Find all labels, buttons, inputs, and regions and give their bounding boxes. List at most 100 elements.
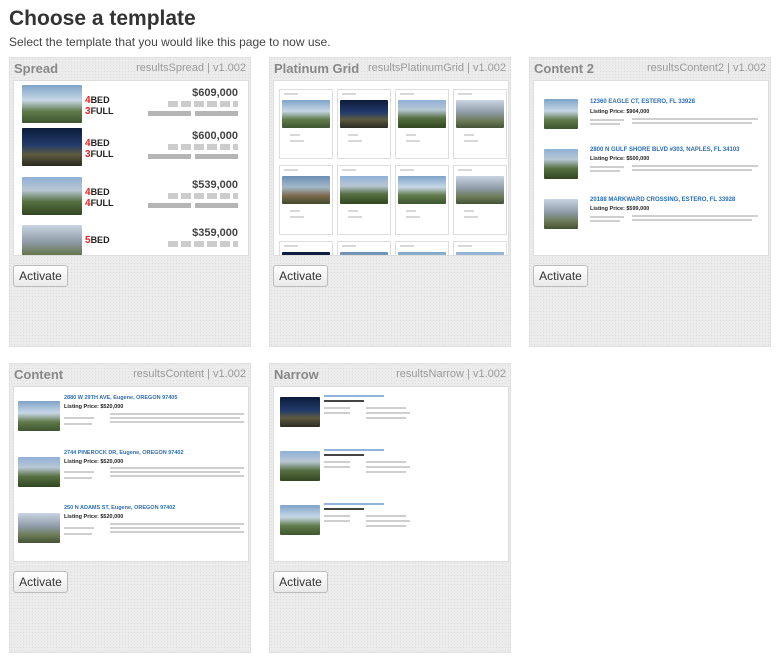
template-name: Platinum Grid [274, 61, 360, 76]
action-bars [148, 111, 238, 116]
house-photo [544, 99, 578, 129]
beds-baths: 4BED 3FULL [85, 95, 114, 117]
template-card-content-2: Content 2 resultsContent2 | v1.002 12360… [529, 57, 771, 347]
house-photo [280, 397, 320, 427]
house-photo [456, 100, 504, 128]
template-card-narrow: Narrow resultsNarrow | v1.002 Activate [269, 363, 511, 653]
listing-address: 250 N ADAMS ST, Eugene, OREGON 97402 [64, 505, 176, 511]
grid-tile [453, 165, 507, 235]
house-photo [340, 252, 388, 255]
listing-price: $359,000 [192, 227, 238, 239]
house-photo [544, 199, 578, 229]
grid-tile [395, 165, 449, 235]
template-preview[interactable] [273, 80, 509, 256]
template-preview[interactable] [273, 386, 509, 562]
listing-price: $539,000 [192, 179, 238, 191]
listing-price: $609,000 [192, 87, 238, 99]
action-bars [148, 203, 238, 208]
card-header: Content 2 resultsContent2 | v1.002 [530, 58, 770, 80]
page-subtitle: Select the template that you would like … [9, 35, 331, 49]
house-photo [456, 252, 504, 255]
address-placeholder [168, 101, 238, 107]
template-name: Content [14, 367, 64, 382]
card-header: Content resultsContent | v1.002 [10, 364, 250, 386]
grid-tile [279, 165, 333, 235]
card-header: Spread resultsSpread | v1.002 [10, 58, 250, 80]
house-photo [398, 252, 446, 255]
listing-address: 2744 PINEROCK DR, Eugene, OREGON 97402 [64, 450, 184, 456]
house-photo [18, 401, 60, 431]
template-meta: resultsPlatinumGrid | v1.002 [368, 62, 506, 74]
beds-baths: 5BED [85, 235, 110, 246]
template-card-spread: Spread resultsSpread | v1.002 4BED 3FULL… [9, 57, 251, 347]
house-photo [22, 85, 82, 123]
template-meta: resultsContent | v1.002 [133, 368, 246, 380]
house-photo [282, 252, 330, 255]
template-meta: resultsSpread | v1.002 [136, 62, 246, 74]
house-photo [544, 149, 578, 179]
address-placeholder [168, 144, 238, 150]
page-title: Choose a template [9, 7, 196, 30]
preview-listing: 4BED 3FULL $600,000 [22, 128, 242, 166]
action-bars [148, 154, 238, 159]
listing-price: Listing Price: $520,000 [64, 404, 124, 410]
beds-baths: 4BED 4FULL [85, 187, 114, 209]
grid-tile [337, 165, 391, 235]
house-photo [18, 513, 60, 543]
listing-price: Listing Price: $904,000 [590, 109, 650, 115]
activate-button[interactable]: Activate [13, 571, 68, 593]
listing-address: 20188 MARKWARD CROSSING, ESTERO, FL 3392… [590, 197, 736, 203]
listing-address: 2880 W 29TH AVE, Eugene, OREGON 97405 [64, 395, 178, 401]
grid-tile [279, 241, 333, 255]
grid-tile [337, 241, 391, 255]
template-name: Spread [14, 61, 59, 76]
grid-tile [395, 241, 449, 255]
house-photo [22, 225, 82, 255]
house-photo [398, 100, 446, 128]
address-placeholder [168, 193, 238, 199]
activate-button[interactable]: Activate [273, 571, 328, 593]
house-photo [18, 457, 60, 487]
template-name: Content 2 [534, 61, 594, 76]
template-meta: resultsNarrow | v1.002 [396, 368, 506, 380]
grid-tile [453, 241, 507, 255]
preview-listing: 4BED 4FULL $539,000 [22, 177, 242, 215]
house-photo [22, 177, 82, 215]
listing-price: $600,000 [192, 130, 238, 142]
listing-price: Listing Price: $599,000 [590, 206, 650, 212]
card-header: Narrow resultsNarrow | v1.002 [270, 364, 510, 386]
grid-tile [279, 89, 333, 159]
house-photo [340, 100, 388, 128]
template-preview[interactable]: 2880 W 29TH AVE, Eugene, OREGON 97405 Li… [13, 386, 249, 562]
house-photo [22, 128, 82, 166]
house-photo [398, 176, 446, 204]
house-photo [340, 176, 388, 204]
house-photo [456, 176, 504, 204]
preview-listing: 4BED 3FULL $609,000 [22, 85, 242, 123]
beds-baths: 4BED 3FULL [85, 138, 114, 160]
house-photo [282, 100, 330, 128]
listing-address: 12360 EAGLE CT, ESTERO, FL 33928 [590, 99, 695, 105]
listing-price: Listing Price: $500,000 [590, 156, 650, 162]
template-preview[interactable]: 4BED 3FULL $609,000 4BED 3FULL $600,000 … [13, 80, 249, 256]
template-name: Narrow [274, 367, 319, 382]
listing-price: Listing Price: $520,000 [64, 514, 124, 520]
grid-tile [395, 89, 449, 159]
preview-listing: 5BED $359,000 [22, 225, 242, 255]
house-photo [282, 176, 330, 204]
template-card-content: Content resultsContent | v1.002 2880 W 2… [9, 363, 251, 653]
template-preview[interactable]: 12360 EAGLE CT, ESTERO, FL 33928 Listing… [533, 80, 769, 256]
listing-address: 2800 N GULF SHORE BLVD #303, NAPLES, FL … [590, 147, 740, 153]
listing-price: Listing Price: $520,000 [64, 459, 124, 465]
activate-button[interactable]: Activate [273, 265, 328, 287]
grid-tile [337, 89, 391, 159]
template-meta: resultsContent2 | v1.002 [646, 62, 766, 74]
address-placeholder [168, 241, 238, 247]
template-card-platinum-grid: Platinum Grid resultsPlatinumGrid | v1.0… [269, 57, 511, 347]
grid-tile [453, 89, 507, 159]
activate-button[interactable]: Activate [533, 265, 588, 287]
activate-button[interactable]: Activate [13, 265, 68, 287]
card-header: Platinum Grid resultsPlatinumGrid | v1.0… [270, 58, 510, 80]
house-photo [280, 505, 320, 535]
house-photo [280, 451, 320, 481]
